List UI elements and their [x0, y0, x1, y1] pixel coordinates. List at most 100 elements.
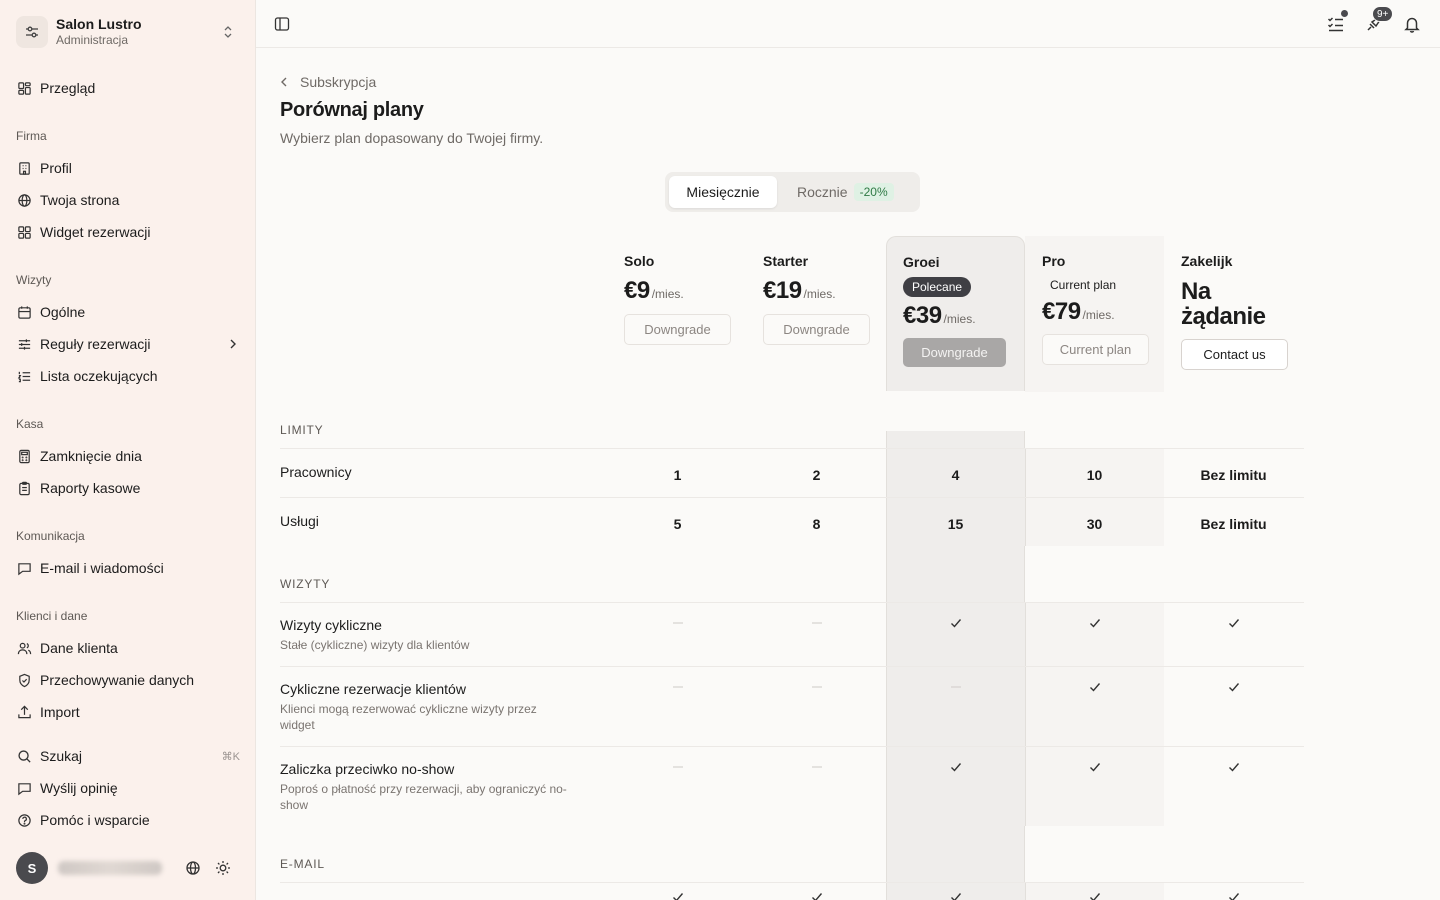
dash-icon — [747, 680, 886, 694]
sidebar-item-label: Profil — [40, 160, 72, 176]
sidebar-item-profil[interactable]: Profil — [16, 156, 240, 180]
search-icon — [16, 748, 32, 764]
check-icon — [1025, 890, 1164, 900]
org-switcher[interactable]: Salon Lustro Administracja — [16, 14, 240, 50]
feature-row-desc: Klienci mogą rezerwować cykliczne wizyty… — [280, 702, 537, 732]
current-plan-button: Current plan — [1042, 334, 1149, 365]
calendar-icon — [16, 304, 32, 320]
sidebar-toggle-icon[interactable] — [274, 16, 290, 32]
users-icon — [16, 640, 32, 656]
sidebar-item-label: Lista oczekujących — [40, 368, 158, 384]
sidebar-item-opinia[interactable]: Wyślij opinię — [16, 776, 240, 800]
billing-monthly-option[interactable]: Miesięcznie — [669, 176, 777, 208]
chevron-left-icon — [280, 75, 294, 89]
plan-card-solo: Solo €9/mies. Downgrade — [624, 253, 763, 345]
sidebar-item-overview[interactable]: Przegląd — [16, 76, 240, 100]
check-icon — [886, 890, 1025, 900]
language-globe-icon[interactable] — [184, 859, 202, 877]
upload-icon — [16, 704, 32, 720]
feature-row-label: Cykliczne rezerwacje klientów — [280, 681, 466, 697]
plan-price: €19/mies. — [763, 277, 836, 304]
limit-cell: 1 — [673, 467, 682, 483]
dash-icon — [608, 616, 747, 630]
billing-period-toggle: Miesięcznie Rocznie -20% — [665, 172, 920, 212]
sidebar-item-pomoc[interactable]: Pomóc i wsparcie — [16, 808, 240, 832]
billing-yearly-option[interactable]: Rocznie -20% — [777, 176, 894, 208]
breadcrumb[interactable]: Subskrypcja — [280, 74, 376, 90]
sidebar-item-szukaj[interactable]: Szukaj ⌘K — [16, 744, 240, 768]
divider — [280, 602, 1304, 603]
sidebar-item-reguly[interactable]: Reguły rezerwacji — [16, 332, 240, 356]
section-wizyty: WIZYTY — [280, 577, 331, 591]
section-email: E-MAIL — [280, 857, 325, 871]
page-title: Porównaj plany — [280, 99, 424, 121]
sidebar-item-raporty[interactable]: Raporty kasowe — [16, 476, 240, 500]
limit-cell: 15 — [947, 516, 964, 532]
sidebar-item-label: Ogólne — [40, 304, 86, 320]
check-icon — [886, 760, 1025, 774]
feature-row-label: Wizyty cykliczne — [280, 617, 382, 633]
check-icon — [608, 890, 747, 900]
downgrade-button[interactable]: Downgrade — [624, 314, 731, 345]
sidebar-item-widget[interactable]: Widget rezerwacji — [16, 220, 240, 244]
user-name-blurred — [58, 861, 162, 875]
section-firma: Firma — [16, 129, 47, 143]
plan-card-groei: Groei Polecane €39/mies. Downgrade — [903, 254, 1042, 367]
org-name: Salon Lustro — [56, 16, 142, 32]
sidebar-item-import[interactable]: Import — [16, 700, 240, 724]
limit-cell: 30 — [1086, 516, 1103, 532]
check-icon — [1164, 616, 1303, 630]
plan-name: Solo — [624, 253, 655, 269]
breadcrumb-label: Subskrypcja — [300, 74, 377, 90]
sidebar-item-label: Raporty kasowe — [40, 480, 141, 496]
page-subtitle: Wybierz plan dopasowany do Twojej firmy. — [280, 130, 544, 146]
check-icon — [1164, 760, 1303, 774]
sidebar-item-label: Import — [40, 704, 80, 720]
sidebar-item-label: Twoja strona — [40, 192, 120, 208]
limit-cell: 8 — [812, 516, 821, 532]
sidebar-item-przechowywanie[interactable]: Przechowywanie danych — [16, 668, 240, 692]
tasks-icon[interactable] — [1326, 9, 1349, 34]
billing-yearly-label: Rocznie — [797, 184, 848, 200]
grid-icon — [16, 80, 32, 96]
sidebar-item-label: Widget rezerwacji — [40, 224, 151, 240]
shield-icon — [16, 672, 32, 688]
check-icon — [886, 616, 1025, 630]
contact-us-button[interactable]: Contact us — [1181, 339, 1288, 370]
org-role: Administracja — [56, 33, 129, 47]
widget-icon — [16, 224, 32, 240]
recommended-pill: Polecane — [903, 277, 1042, 297]
org-settings-icon — [16, 16, 48, 48]
sidebar-item-zamkniecie[interactable]: Zamknięcie dnia — [16, 444, 240, 468]
shortcut-hint: ⌘K — [221, 750, 240, 763]
divider — [280, 746, 1304, 747]
discount-badge: -20% — [853, 183, 894, 201]
sidebar-item-email[interactable]: E-mail i wiadomości — [16, 556, 240, 580]
unread-dot — [1340, 9, 1349, 18]
sidebar-item-label: Szukaj — [40, 748, 83, 764]
section-komunikacja: Komunikacja — [16, 529, 85, 543]
dash-icon — [608, 760, 747, 774]
plan-price-line2: żądanie — [1181, 303, 1266, 330]
list-ordered-icon — [16, 368, 32, 384]
section-klienci: Klienci i dane — [16, 609, 88, 623]
sidebar-item-dane[interactable]: Dane klienta — [16, 636, 240, 660]
current-plan-label: Current plan — [1050, 278, 1117, 292]
message-icon — [16, 560, 32, 576]
sidebar-item-strona[interactable]: Twoja strona — [16, 188, 240, 212]
plan-price: €39/mies. — [903, 302, 976, 329]
plan-price: €9/mies. — [624, 277, 684, 304]
sidebar-item-lista[interactable]: Lista oczekujących — [16, 364, 240, 388]
clipboard-icon — [16, 480, 32, 496]
plan-card-starter: Starter €19/mies. Downgrade — [763, 253, 902, 345]
theme-sun-icon[interactable] — [214, 859, 232, 877]
downgrade-button[interactable]: Downgrade — [763, 314, 870, 345]
announcements-icon[interactable]: 9+ — [1364, 6, 1394, 34]
check-icon — [1025, 616, 1164, 630]
downgrade-button[interactable]: Downgrade — [903, 338, 1006, 367]
sidebar-item-ogolne[interactable]: Ogólne — [16, 300, 240, 324]
check-icon — [1025, 680, 1164, 694]
user-menu[interactable]: S — [16, 852, 246, 884]
section-limity: LIMITY — [280, 423, 324, 437]
bell-icon[interactable] — [1402, 14, 1422, 34]
